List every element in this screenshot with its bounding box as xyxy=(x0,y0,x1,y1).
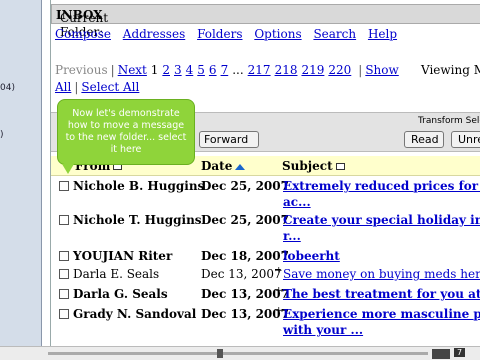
tutorial-callout-pointer xyxy=(62,164,74,174)
message-checkbox[interactable] xyxy=(59,215,69,225)
pager-page-link[interactable]: 2 xyxy=(162,63,170,77)
mail-main-frame: Current Folder: INBOX Compose Addresses … xyxy=(50,0,480,346)
player-control-icon[interactable] xyxy=(432,349,450,359)
message-row[interactable]: Nichole T. Huggins Dec 25, 2007 Create y… xyxy=(51,212,480,246)
pager-ellipsis: ... xyxy=(232,63,244,77)
plus-marker: + xyxy=(275,266,283,276)
pager-page-link[interactable]: 217 xyxy=(248,63,271,77)
message-from[interactable]: Darla G. Seals xyxy=(73,287,168,301)
viewing-messages-text: Viewing Me xyxy=(421,63,480,77)
message-date: Dec 25, 2007 xyxy=(201,213,289,227)
message-checkbox[interactable] xyxy=(59,289,69,299)
message-from[interactable]: Nichole T. Huggins xyxy=(73,213,202,227)
menu-help-link[interactable]: Help xyxy=(368,27,397,41)
message-row[interactable]: Nichole B. Huggins Dec 25, 2007 Extremel… xyxy=(51,178,480,212)
message-from[interactable]: Grady N. Sandoval xyxy=(73,307,196,321)
pager-page-link[interactable]: 218 xyxy=(275,63,298,77)
select-all-link[interactable]: Select All xyxy=(81,80,139,94)
unread-button[interactable]: Unrea xyxy=(451,131,480,148)
message-subject-continued[interactable]: with your ... xyxy=(283,323,363,337)
menu-compose-link[interactable]: Compose xyxy=(55,27,111,41)
current-folder-bar: Current Folder: INBOX xyxy=(51,4,480,39)
menu-search-link[interactable]: Search xyxy=(313,27,356,41)
pager-previous: Previous xyxy=(55,63,108,77)
message-checkbox[interactable] xyxy=(59,181,69,191)
current-folder-text: Current Folder: INBOX xyxy=(56,8,108,39)
menu-options-link[interactable]: Options xyxy=(254,27,301,41)
menu-addresses-link[interactable]: Addresses xyxy=(123,27,185,41)
column-subject-label: Subject xyxy=(282,159,333,173)
message-subject[interactable]: Extremely reduced prices for the mo xyxy=(283,179,480,193)
left-frame-text: 04) xyxy=(0,83,15,93)
tutorial-callout: Now let's demonstrate how to move a mess… xyxy=(57,99,195,165)
menu-folders-link[interactable]: Folders xyxy=(197,27,242,41)
pager-page-link[interactable]: 5 xyxy=(197,63,205,77)
transform-selected-label: Transform Sele xyxy=(418,116,480,126)
pager-page-link[interactable]: 220 xyxy=(328,63,351,77)
main-menu: Compose Addresses Folders Options Search… xyxy=(55,27,405,41)
pager-show-link[interactable]: Show xyxy=(365,63,398,77)
left-frame-panel: 04) ) xyxy=(0,0,42,346)
plus-marker: + xyxy=(275,306,283,316)
message-from[interactable]: Darla E. Seals xyxy=(73,267,159,281)
scrub-handle[interactable] xyxy=(217,349,223,358)
message-row[interactable]: YOUJIAN Riter Dec 18, 2007 lobeerht xyxy=(51,248,480,266)
message-subject[interactable]: Create your special holiday image wi xyxy=(283,213,480,227)
pager-current-page: 1 xyxy=(150,63,159,77)
forward-button[interactable]: Forward xyxy=(199,131,259,148)
message-subject-continued[interactable]: r... xyxy=(283,229,301,243)
pager-page-link[interactable]: 7 xyxy=(221,63,229,77)
show-all-link[interactable]: All xyxy=(55,80,71,94)
column-date-label: Date xyxy=(201,159,233,173)
message-subject[interactable]: The best treatment for you at low pri xyxy=(283,287,480,301)
plus-marker: + xyxy=(275,286,283,296)
player-time-readout: 7 xyxy=(454,348,466,357)
message-row[interactable]: Grady N. Sandoval Dec 13, 2007 + Experie… xyxy=(51,306,480,342)
pager-page-link[interactable]: 4 xyxy=(186,63,194,77)
read-button[interactable]: Read xyxy=(404,131,444,148)
message-subject[interactable]: lobeerht xyxy=(283,249,340,263)
pager-page-link[interactable]: 3 xyxy=(174,63,182,77)
message-checkbox[interactable] xyxy=(59,269,69,279)
sort-toggle-icon[interactable] xyxy=(335,163,345,170)
pager-separator: | xyxy=(358,63,363,77)
message-checkbox[interactable] xyxy=(59,251,69,261)
pager-page-link[interactable]: 219 xyxy=(301,63,324,77)
message-from[interactable]: YOUJIAN Riter xyxy=(73,249,172,263)
message-subject[interactable]: Experience more masculine power in xyxy=(283,307,480,321)
message-checkbox[interactable] xyxy=(59,309,69,319)
pager-separator: | xyxy=(110,63,115,77)
left-frame-text: ) xyxy=(0,130,4,140)
pagination-secondary: All | Select All xyxy=(55,80,139,94)
message-date: Dec 18, 2007 xyxy=(201,249,289,263)
scrub-track[interactable] xyxy=(48,352,428,355)
pagination: Previous | Next 1 2 3 4 5 6 7... 217 218 219 220 | Sho… xyxy=(55,63,399,77)
sort-ascending-icon[interactable] xyxy=(235,163,246,170)
message-date: Dec 13, 2007 xyxy=(201,267,282,281)
column-subject-header[interactable]: Subject xyxy=(282,159,345,173)
column-date-header[interactable]: Date xyxy=(201,159,246,173)
pager-page-link[interactable]: 6 xyxy=(209,63,217,77)
message-row[interactable]: Darla G. Seals Dec 13, 2007 + The best t… xyxy=(51,286,480,304)
message-from[interactable]: Nichole B. Huggins xyxy=(73,179,204,193)
message-date: Dec 25, 2007 xyxy=(201,179,289,193)
pager-separator: | xyxy=(74,80,79,94)
message-row[interactable]: Darla E. Seals Dec 13, 2007 + Save money… xyxy=(51,266,480,284)
video-player-bar: 7 xyxy=(0,346,480,360)
pager-next-link[interactable]: Next xyxy=(118,63,147,77)
message-subject[interactable]: Save money on buying meds here! xyxy=(283,267,480,281)
message-subject-continued[interactable]: ac... xyxy=(283,195,311,209)
